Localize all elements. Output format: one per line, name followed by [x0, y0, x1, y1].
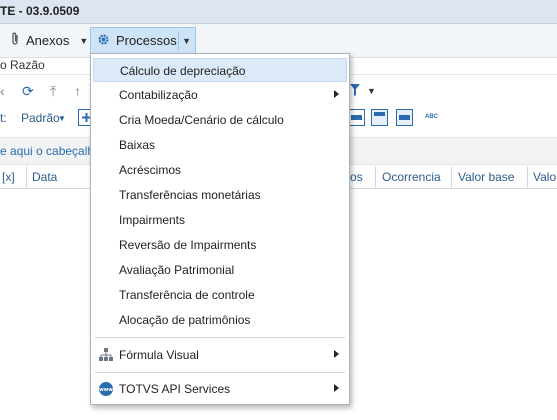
move-up-icon[interactable]: ↑ [74, 83, 81, 99]
chevron-down-icon: ▼ [79, 35, 89, 46]
chevron-down-icon[interactable]: ▼ [367, 86, 376, 96]
abc-icon[interactable]: ABC [425, 114, 438, 120]
layout-header-icon[interactable] [371, 109, 388, 126]
layout-split-icon[interactable] [348, 109, 365, 126]
move-top-icon[interactable]: ⤒ [50, 83, 56, 100]
menu-item-transferencia-controle[interactable]: Transferência de controle [93, 283, 347, 307]
menu-item-label: Cálculo de depreciação [120, 64, 246, 78]
chevron-down-icon[interactable]: ▼ [182, 36, 191, 46]
view-selector[interactable]: Padrão [21, 111, 60, 125]
hierarchy-icon [98, 347, 114, 363]
layout-row-icon[interactable] [396, 109, 413, 126]
column-divider [375, 166, 376, 188]
menu-item-impairments[interactable]: Impairments [93, 208, 347, 232]
window-title: TE - 03.9.0509 [0, 4, 80, 18]
column-divider [451, 166, 452, 188]
chevron-down-icon[interactable]: ▼ [58, 114, 66, 123]
view-prefix: t: [0, 111, 7, 125]
svg-text:www: www [99, 387, 113, 393]
menu-item-cria-moeda[interactable]: Cria Moeda/Cenário de cálculo [93, 108, 347, 132]
menu-item-transferencias-monetarias[interactable]: Transferências monetárias [93, 183, 347, 207]
split-divider [178, 31, 179, 50]
filter-icon[interactable] [350, 83, 360, 99]
menu-item-label: Reversão de Impairments [119, 238, 257, 252]
menu-item-formula-visual[interactable]: Fórmula Visual [93, 343, 347, 367]
menu-item-label: Avaliação Patrimonial [119, 263, 235, 277]
previous-icon[interactable]: ‹ [0, 83, 5, 99]
chevron-right-icon [334, 90, 339, 98]
menu-item-label: Fórmula Visual [119, 348, 199, 362]
menu-separator [95, 337, 345, 338]
menu-item-baixas[interactable]: Baixas [93, 133, 347, 157]
menu-item-label: Transferências monetárias [119, 188, 261, 202]
column-divider [26, 166, 27, 188]
menu-separator [95, 372, 345, 373]
column-header-valor[interactable]: Valor [533, 170, 557, 184]
menu-item-label: Contabilização [119, 88, 198, 102]
menu-item-label: TOTVS API Services [119, 382, 231, 396]
menu-item-acrescimos[interactable]: Acréscimos [93, 158, 347, 182]
processos-menu-button[interactable]: Processos ▼ [90, 27, 196, 54]
api-globe-icon: www [98, 381, 114, 397]
processos-label: Processos [116, 33, 177, 48]
menu-item-label: Acréscimos [119, 163, 182, 177]
menu-item-calculo-depreciacao[interactable]: Cálculo de depreciação [93, 58, 347, 82]
menu-item-label: Cria Moeda/Cenário de cálculo [119, 113, 284, 127]
anexos-label: Anexos [26, 33, 70, 48]
paperclip-icon [10, 32, 20, 49]
menu-item-contabilizacao[interactable]: Contabilização [93, 83, 347, 107]
refresh-icon[interactable]: ⟳ [22, 83, 34, 100]
column-header-valor-base[interactable]: Valor base [458, 170, 514, 184]
gear-icon [97, 33, 110, 49]
menu-item-label: Alocação de patrimônios [119, 313, 251, 327]
menu-item-label: Baixas [119, 138, 156, 152]
processos-dropdown-menu: Cálculo de depreciação Contabilização Cr… [90, 53, 350, 405]
group-by-hint-text: e aqui o cabeçalho [0, 144, 101, 158]
anexos-menu-button[interactable]: Anexos ▼ [6, 27, 92, 54]
column-header-partial[interactable]: os [350, 170, 363, 184]
menu-item-avaliacao-patrimonial[interactable]: Avaliação Patrimonial [93, 258, 347, 282]
column-header-select[interactable]: [x] [2, 170, 15, 184]
menu-item-reversao-impairments[interactable]: Reversão de Impairments [93, 233, 347, 257]
chevron-right-icon [334, 350, 339, 358]
menu-item-totvs-api-services[interactable]: www TOTVS API Services [93, 377, 347, 401]
column-header-data[interactable]: Data [32, 170, 57, 184]
title-bar: TE - 03.9.0509 [0, 0, 557, 24]
menu-item-alocacao-patrimonios[interactable]: Alocação de patrimônios [93, 308, 347, 332]
menu-item-label: Transferência de controle [119, 288, 255, 302]
menu-item-label: Impairments [119, 213, 186, 227]
column-divider [527, 166, 528, 188]
column-header-ocorrencia[interactable]: Ocorrencia [382, 170, 441, 184]
group-label: o Razão [0, 58, 45, 72]
chevron-right-icon [334, 384, 339, 392]
